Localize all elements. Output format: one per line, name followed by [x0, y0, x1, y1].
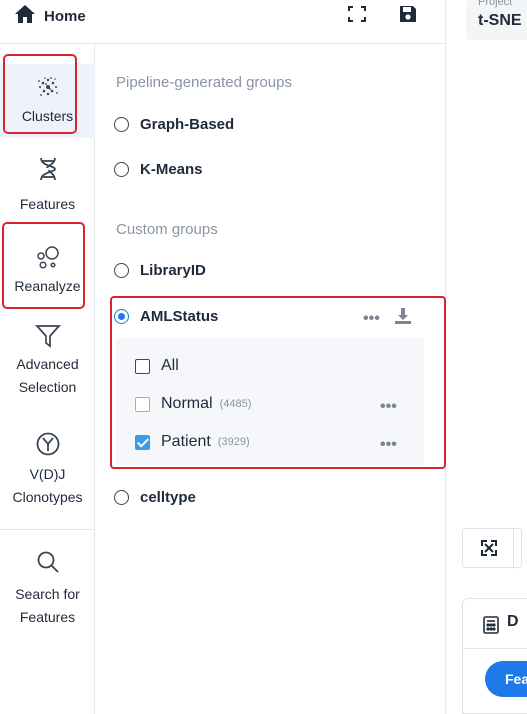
checkbox-normal-swatch[interactable]	[135, 396, 150, 412]
option-normal[interactable]: Normal (4485)	[135, 395, 251, 413]
more-options-icon[interactable]: •••	[363, 310, 380, 326]
aml-status-actions: •••	[363, 307, 412, 330]
pipeline-groups-title: Pipeline-generated groups	[116, 74, 292, 91]
projection-select[interactable]: Project t-SNE	[466, 0, 527, 40]
left-nav: Clusters Features Reanalyze Advanced Sel…	[0, 44, 95, 714]
nav-label-search-features: Search for Features	[15, 586, 80, 625]
calculator-icon	[483, 616, 499, 639]
nav-item-advanced-selection[interactable]: Advanced Selection	[0, 324, 95, 404]
group-label: Graph-Based	[140, 116, 235, 133]
radio-button[interactable]	[114, 162, 129, 177]
group-aml-status[interactable]: AMLStatus	[114, 308, 218, 325]
clusters-icon	[35, 74, 61, 105]
bubbles-icon	[35, 244, 61, 275]
nav-label-reanalyze: Reanalyze	[14, 278, 81, 294]
home-label: Home	[44, 8, 86, 25]
projection-value: t-SNE	[478, 12, 522, 29]
tab-details-label: D	[507, 613, 519, 630]
option-count: (4485)	[219, 398, 252, 410]
tab-details[interactable]: D	[463, 599, 527, 649]
button-divider	[513, 529, 514, 569]
option-label: Patient	[161, 433, 211, 450]
group-label: AMLStatus	[140, 308, 219, 325]
projection-label: Project	[478, 0, 513, 8]
nav-divider	[0, 529, 95, 530]
download-icon[interactable]	[394, 307, 412, 330]
nav-item-search-features[interactable]: Search for Features	[0, 550, 95, 630]
option-count: (3929)	[217, 436, 250, 448]
option-label: Normal	[161, 395, 213, 412]
dna-icon	[37, 156, 59, 187]
group-graph-based[interactable]: Graph-Based	[114, 116, 234, 133]
features-button[interactable]: Fea	[485, 661, 527, 697]
details-panel: D Fea	[462, 598, 527, 714]
radio-button[interactable]	[114, 263, 129, 278]
group-library-id[interactable]: LibraryID	[114, 262, 206, 279]
top-bar: Home	[0, 0, 445, 44]
radio-button[interactable]	[114, 117, 129, 132]
antibody-icon	[36, 432, 60, 461]
radio-button[interactable]	[114, 490, 129, 505]
fullscreen-icon[interactable]	[346, 4, 368, 24]
option-all[interactable]: All	[135, 357, 179, 375]
home-icon	[14, 4, 36, 29]
group-celltype[interactable]: celltype	[114, 489, 196, 506]
save-icon[interactable]	[397, 4, 419, 24]
custom-groups-title: Custom groups	[116, 221, 218, 238]
group-label: LibraryID	[140, 262, 206, 279]
nav-item-clusters[interactable]: Clusters	[0, 64, 95, 138]
group-label: K-Means	[140, 161, 203, 178]
groups-panel: Pipeline-generated groups Graph-Based K-…	[96, 44, 446, 714]
expand-icon	[481, 540, 497, 561]
aml-status-options: All Normal (4485) ••• Patient (3929) •••	[116, 338, 424, 466]
visualization-panel: Project t-SNE D Fea	[445, 0, 527, 714]
group-k-means[interactable]: K-Means	[114, 161, 203, 178]
checkbox-checked[interactable]	[135, 434, 150, 450]
nav-item-reanalyze[interactable]: Reanalyze	[0, 234, 95, 306]
nav-label-advanced-selection: Advanced Selection	[16, 356, 79, 395]
nav-label-vdj-clonotypes: V(D)J Clonotypes	[12, 466, 83, 505]
nav-item-features[interactable]: Features	[0, 152, 95, 216]
home-link[interactable]: Home	[14, 4, 86, 29]
nav-label-clusters: Clusters	[21, 108, 74, 124]
expand-button[interactable]	[462, 528, 522, 569]
radio-button-selected[interactable]	[114, 309, 129, 324]
option-patient[interactable]: Patient (3929)	[135, 433, 250, 451]
search-icon	[36, 550, 60, 579]
more-options-icon[interactable]: •••	[380, 437, 397, 453]
nav-label-features: Features	[19, 196, 76, 212]
group-label: celltype	[140, 489, 196, 506]
nav-item-vdj-clonotypes[interactable]: V(D)J Clonotypes	[0, 432, 95, 510]
option-label: All	[161, 357, 179, 374]
checkbox[interactable]	[135, 358, 150, 374]
more-options-icon[interactable]: •••	[380, 399, 397, 415]
filter-icon	[34, 324, 61, 353]
